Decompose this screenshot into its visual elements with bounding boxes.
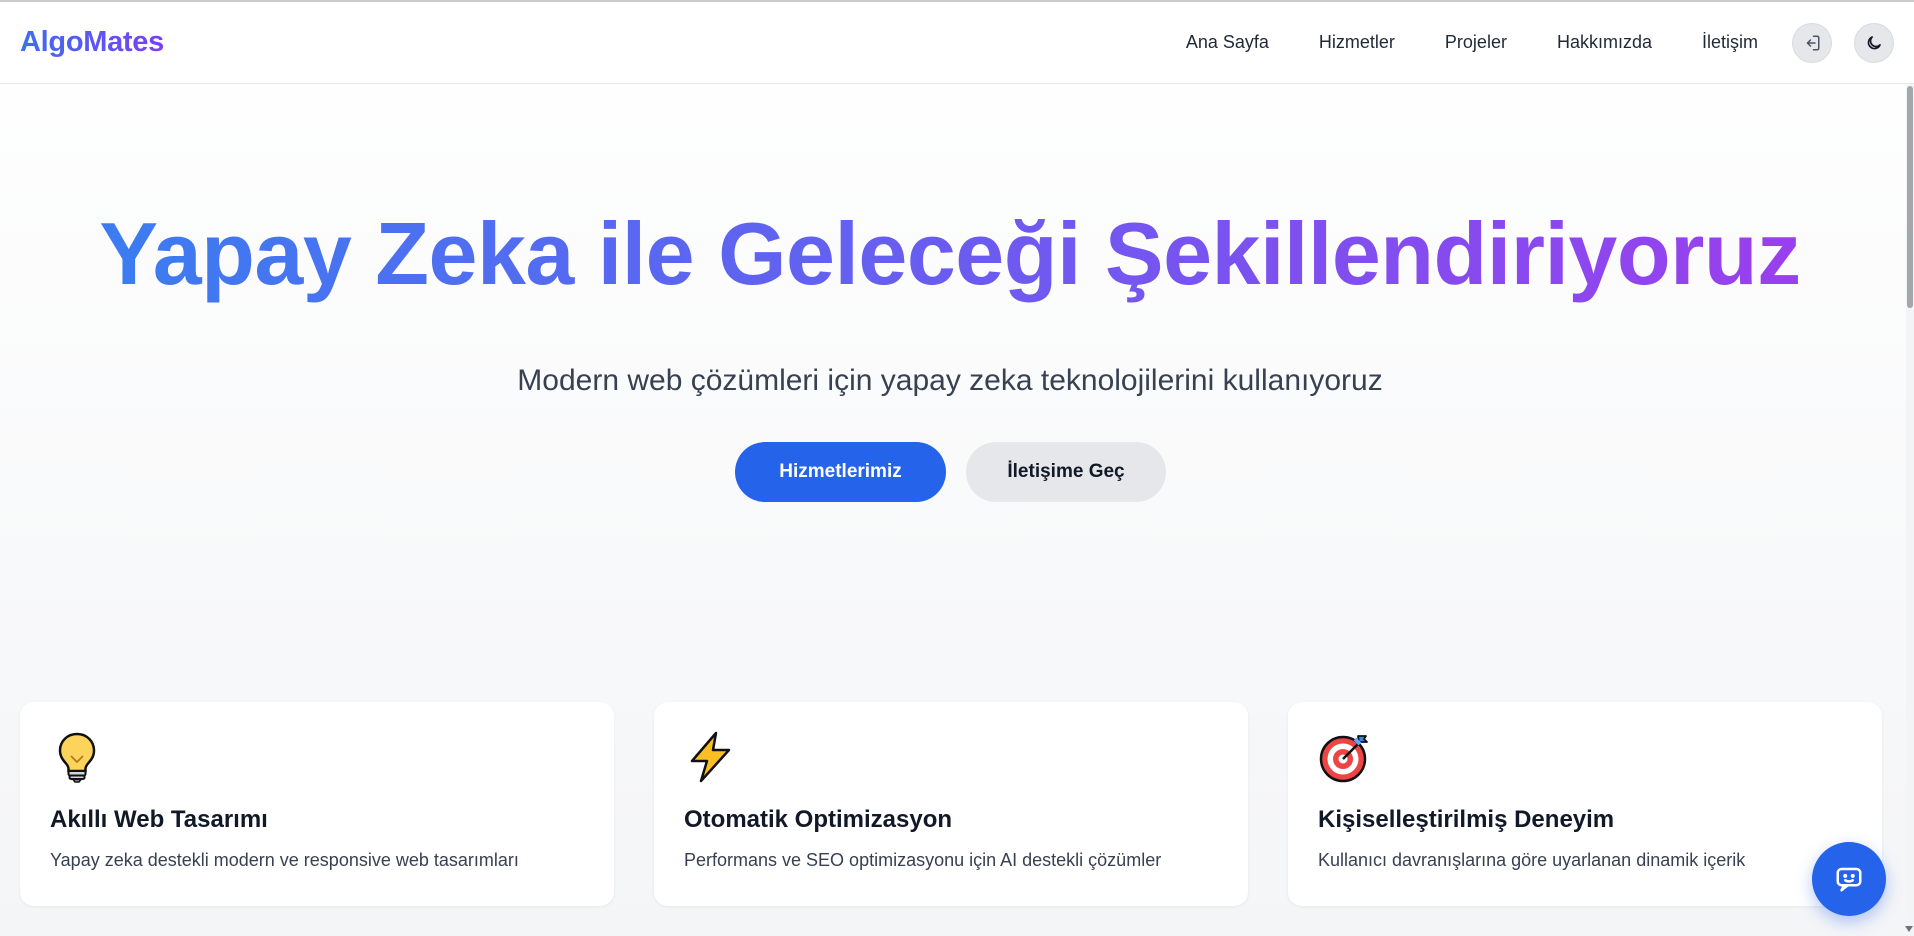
nav-link-services[interactable]: Hizmetler <box>1319 32 1395 53</box>
scrollbar-thumb[interactable] <box>1907 86 1913 308</box>
nav-link-projects[interactable]: Projeler <box>1445 32 1507 53</box>
login-button[interactable] <box>1792 22 1832 63</box>
scroll-down-arrow[interactable] <box>1905 926 1913 932</box>
card-title: Kişiselleştirilmiş Deneyim <box>1318 806 1615 833</box>
hero-title-text: Yapay Zeka ile Geleceği Şekillendiriyoru… <box>99 204 1801 303</box>
hero-title: Yapay Zeka ile Geleceği Şekillendiriyoru… <box>0 196 1900 312</box>
login-icon <box>1806 35 1820 50</box>
feature-card-personalized-experience: Kişiselleştirilmiş Deneyim Kullanıcı dav… <box>1288 702 1882 906</box>
theme-toggle-button[interactable] <box>1854 22 1894 63</box>
lightning-icon <box>690 731 731 783</box>
target-icon <box>1319 735 1368 783</box>
card-description: Performans ve SEO optimizasyonu için AI … <box>684 850 1162 870</box>
nav-link-home[interactable]: Ana Sayfa <box>1186 32 1269 53</box>
nav-link-contact[interactable]: İletişim <box>1702 32 1758 53</box>
hero-subtitle: Modern web çözümleri için yapay zeka tek… <box>517 364 1383 397</box>
brand-logo[interactable]: AlgoMates <box>20 26 164 59</box>
card-title: Otomatik Optimizasyon <box>684 806 953 833</box>
chat-bot-icon <box>1836 867 1862 892</box>
main-nav: Ana Sayfa Hizmetler Projeler Hakkımızda … <box>1186 22 1894 63</box>
chat-widget-button[interactable] <box>1812 842 1886 916</box>
feature-card-smart-web-design: Akıllı Web Tasarımı Yapay zeka destekli … <box>20 702 614 906</box>
card-description: Kullanıcı davranışlarına göre uyarlanan … <box>1318 850 1746 870</box>
feature-card-auto-optimization: Otomatik Optimizasyon Performans ve SEO … <box>654 702 1248 906</box>
nav-link-about[interactable]: Hakkımızda <box>1557 32 1652 53</box>
contact-button[interactable]: İletişime Geç <box>966 442 1166 502</box>
site-header: AlgoMates Ana Sayfa Hizmetler Projeler H… <box>0 2 1914 84</box>
moon-icon <box>1867 35 1881 49</box>
lightbulb-icon <box>58 732 96 783</box>
services-button[interactable]: Hizmetlerimiz <box>735 442 946 502</box>
card-description: Yapay zeka destekli modern ve responsive… <box>50 850 519 870</box>
card-title: Akıllı Web Tasarımı <box>50 806 268 833</box>
